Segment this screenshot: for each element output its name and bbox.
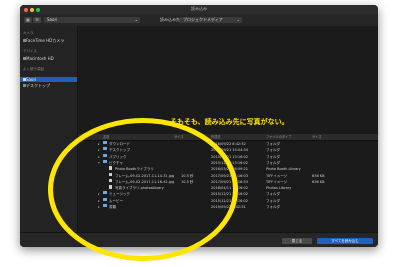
sidebar-item-home[interactable]: Saori [26, 77, 36, 82]
location-label: Saori [47, 17, 58, 22]
import-dest-value: プロジェクトメディア [183, 17, 223, 22]
annotation-circle [48, 118, 238, 261]
row-type: TIFFイメージ [266, 179, 288, 184]
chevron-down-icon: ⌄ [134, 17, 138, 22]
import-dest-select[interactable]: プロジェクトメディア ⌄ [180, 17, 242, 23]
row-type: TIFFイメージ [266, 173, 288, 178]
chevron-down-icon: ⌄ [236, 17, 240, 22]
view-toggle-button[interactable]: ▦ [24, 17, 32, 23]
sidebar-section-devices: デバイス [23, 49, 37, 53]
title-bar: 読み込み [20, 5, 378, 14]
col-type[interactable]: ファイルのタイプ [266, 134, 292, 140]
row-type: フォルダ [266, 154, 280, 159]
col-created[interactable]: 作成日 [211, 134, 221, 140]
row-type: Photos Library [266, 186, 292, 191]
location-select[interactable]: Saori ⌄ [44, 17, 140, 23]
close-button[interactable]: 閉じる [282, 238, 312, 244]
row-type: Photo Booth Library [266, 167, 301, 172]
import-dest-label: 読み込み先: [160, 17, 182, 22]
row-size: 636 KB [312, 173, 325, 178]
sidebar-section-camera: カメラ [23, 31, 34, 35]
sidebar-section-favorites: よく使う項目 [23, 67, 44, 71]
row-type: フォルダ [266, 205, 280, 209]
sidebar-item-facetime[interactable]: FaceTime HDカメラ [26, 38, 64, 44]
sidebar-item-macintosh-hd[interactable]: Macintosh HD [26, 56, 54, 61]
import-all-button[interactable]: すべてを読み込む [317, 238, 373, 244]
row-size: 636 KB [312, 179, 325, 184]
sidebar-item-desktop[interactable]: デスクトップ [26, 83, 50, 89]
list-view-button[interactable]: ☰ [33, 17, 41, 23]
row-type: フォルダ [266, 192, 280, 197]
row-type: フォルダ [266, 198, 280, 203]
row-type: フォルダ [266, 142, 280, 146]
row-type: フォルダ [266, 160, 280, 165]
window-title: 読み込み [191, 6, 207, 11]
col-size[interactable]: サイズ [312, 134, 321, 140]
row-type: フォルダ [266, 148, 280, 153]
